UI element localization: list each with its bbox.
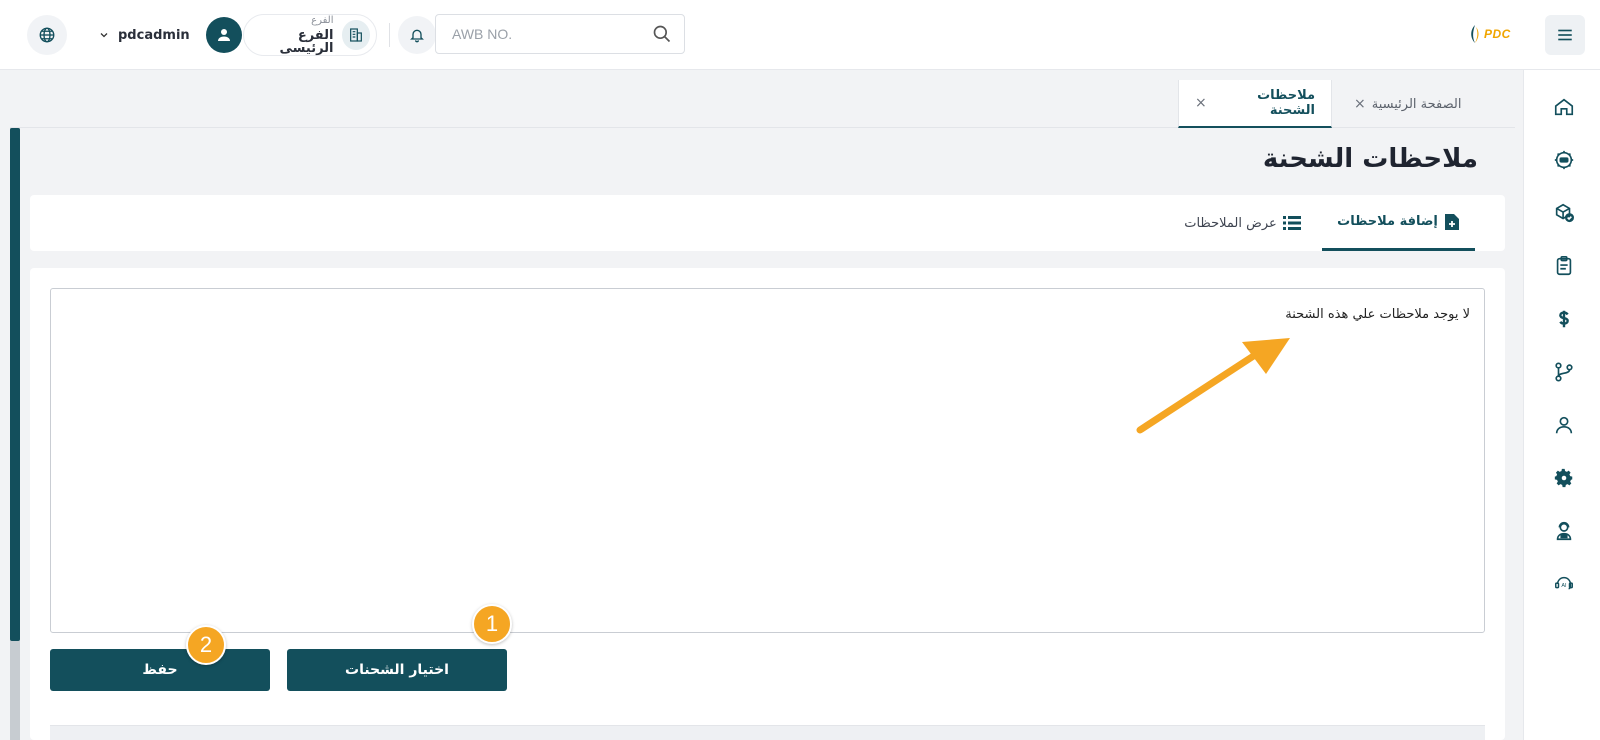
page-title: ملاحظات الشحنة: [1262, 144, 1478, 174]
step-badge-1: 1: [472, 604, 512, 644]
annotation-arrow: [1136, 338, 1290, 434]
building-icon: [341, 20, 370, 50]
leaf-logo-icon: [1471, 25, 1479, 43]
nav-finance[interactable]: [1551, 306, 1577, 332]
chevron-down-icon: [98, 29, 110, 41]
branch-sub-label: الفرع: [311, 14, 334, 26]
list-icon: [1282, 216, 1301, 230]
language-button[interactable]: [27, 15, 67, 55]
menu-toggle-button[interactable]: [1545, 15, 1585, 55]
clipboard-icon: [1556, 256, 1572, 276]
globe-icon: [39, 27, 55, 43]
nav-reports[interactable]: [1551, 253, 1577, 279]
tab-home[interactable]: الصفحة الرئيسية ×: [1338, 80, 1477, 128]
select-shipments-button[interactable]: اختيار الشحنات: [287, 649, 507, 691]
tab-view-notes[interactable]: عرض الملاحظات: [1180, 195, 1305, 251]
git-branch-icon: [1555, 362, 1573, 382]
close-icon[interactable]: ×: [1354, 96, 1366, 112]
search-icon[interactable]: [652, 24, 672, 44]
logo-text: PDC: [1484, 27, 1511, 41]
tab-add-notes[interactable]: إضافة ملاحظات: [1322, 195, 1475, 251]
tab-view-notes-label: عرض الملاحظات: [1184, 215, 1277, 231]
tab-shipment-notes[interactable]: ملاحظات الشحنة ×: [1178, 80, 1332, 128]
nav-new[interactable]: [1551, 147, 1577, 173]
save-button[interactable]: حفظ: [50, 649, 270, 691]
tab-shipment-notes-label: ملاحظات الشحنة: [1257, 88, 1315, 118]
nav-users[interactable]: [1551, 412, 1577, 438]
brand-logo: PDC: [1468, 22, 1528, 46]
nav-ai-assistant[interactable]: AI: [1551, 571, 1577, 597]
home-icon: [1554, 98, 1574, 116]
awb-search: [435, 14, 685, 54]
branch-name: الفرع الرئيسى: [279, 27, 334, 56]
nav-branches[interactable]: [1551, 359, 1577, 385]
close-icon[interactable]: ×: [1195, 95, 1207, 111]
gear-icon: [1554, 468, 1573, 488]
user-menu[interactable]: pdcadmin: [98, 16, 242, 54]
hamburger-icon: [1558, 29, 1572, 41]
divider: [389, 23, 390, 47]
tab-add-notes-label: إضافة ملاحظات: [1337, 214, 1438, 229]
nav-shipments[interactable]: [1551, 200, 1577, 226]
nav-settings[interactable]: [1551, 465, 1577, 491]
subtabs-card: إضافة ملاحظات عرض الملاحظات: [30, 195, 1505, 251]
nav-home[interactable]: [1551, 94, 1577, 120]
ai-assistant-icon: AI: [1555, 576, 1573, 590]
branch-selector[interactable]: الفرع الفرع الرئيسى: [243, 14, 377, 56]
bell-icon: [410, 29, 424, 43]
scrollbar-thumb[interactable]: [10, 128, 20, 641]
user-avatar-icon: [217, 29, 230, 41]
svg-text:AI: AI: [1561, 583, 1567, 589]
nav-support[interactable]: [1551, 518, 1577, 544]
step-badge-2: 2: [186, 625, 226, 665]
dollar-icon: [1559, 310, 1569, 328]
user-icon: [1555, 416, 1573, 434]
username: pdcadmin: [118, 27, 190, 43]
top-bar: pdcadmin الفرع الفرع الرئيسى PDC: [0, 0, 1600, 70]
package-check-icon: [1555, 203, 1574, 223]
awb-search-input[interactable]: [452, 26, 652, 42]
side-nav: AI: [1523, 70, 1600, 740]
tab-home-label: الصفحة الرئيسية: [1371, 96, 1462, 112]
notifications-button[interactable]: [398, 16, 436, 54]
open-tabs-bar: الصفحة الرئيسية × ملاحظات الشحنة ×: [10, 80, 1515, 128]
new-icon: [1554, 150, 1574, 170]
bottom-section-edge: [50, 725, 1485, 740]
avatar[interactable]: [205, 17, 242, 53]
support-agent-icon: [1556, 521, 1572, 541]
file-plus-icon: [1444, 213, 1459, 230]
